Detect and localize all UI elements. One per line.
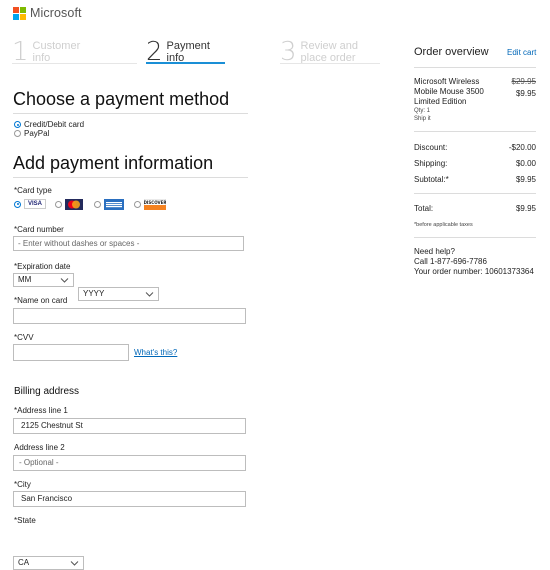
- order-overview-title: Order overview: [414, 46, 489, 58]
- whats-this-link[interactable]: What's this?: [134, 348, 177, 357]
- divider: [13, 177, 248, 178]
- item-name-line1: Microsoft Wireless: [414, 77, 480, 86]
- card-number-input[interactable]: - Enter without dashes or spaces -: [13, 236, 244, 251]
- help-title: Need help?: [414, 247, 455, 256]
- subtotal-label: Subtotal:*: [414, 175, 449, 184]
- divider: [414, 67, 536, 68]
- divider: [414, 193, 536, 194]
- step-progress-active: [146, 62, 225, 64]
- order-number: Your order number: 10601373364: [414, 267, 534, 276]
- address-line-1-value: 2125 Chestnut St: [21, 421, 83, 430]
- divider: [13, 113, 248, 114]
- step-label: Customer info: [33, 40, 81, 64]
- year-select-value: YYYY: [83, 289, 105, 298]
- total-value: $9.95: [515, 204, 536, 213]
- radio-paypal[interactable]: PayPal: [14, 129, 49, 138]
- discount-label: Discount:: [414, 143, 448, 152]
- cvv-input[interactable]: [13, 344, 129, 361]
- month-select[interactable]: MM: [13, 273, 74, 287]
- state-select-value: CA: [18, 558, 30, 567]
- step-progress-line: [280, 63, 380, 64]
- item-original-price: $29.95: [511, 77, 536, 86]
- chevron-down-icon: [70, 561, 79, 566]
- cvv-label: *CVV: [14, 333, 34, 342]
- item-name-line3: Limited Edition: [414, 97, 467, 106]
- total-label: Total:: [414, 204, 434, 213]
- step-customer-info: 1 Customer info: [12, 37, 81, 67]
- step-label: Review and place order: [301, 40, 358, 64]
- card-number-label: *Card number: [14, 225, 64, 234]
- address-line-1-input[interactable]: 2125 Chestnut St: [13, 418, 246, 434]
- address-line-1-label: *Address line 1: [14, 406, 68, 415]
- microsoft-logo[interactable]: Microsoft: [13, 6, 82, 20]
- step-label-line1: Review and: [300, 40, 359, 52]
- city-label: *City: [14, 480, 31, 489]
- item-ship-method: Ship it: [414, 116, 431, 122]
- radio-button[interactable]: [134, 200, 141, 208]
- visa-icon: VISA: [24, 199, 46, 209]
- tax-note: *before applicable taxes: [414, 222, 473, 228]
- address-line-2-label: Address line 2: [14, 443, 65, 452]
- edit-cart-link[interactable]: Edit cart: [507, 48, 536, 57]
- discount-value: -$20.00: [508, 143, 536, 152]
- payment-method-title: Choose a payment method: [13, 89, 230, 109]
- order-item: Microsoft Wireless Mobile Mouse 3500 Lim…: [414, 77, 514, 123]
- city-input[interactable]: San Francisco: [13, 491, 246, 507]
- brand-name: Microsoft: [30, 6, 82, 20]
- divider: [414, 131, 536, 132]
- radio-label: PayPal: [24, 129, 50, 138]
- chevron-down-icon: [60, 278, 69, 283]
- name-on-card-label: *Name on card: [14, 296, 68, 305]
- radio-button[interactable]: [55, 200, 62, 208]
- help-section: Need help? Call 1-877-696-7786 Your orde…: [414, 247, 534, 277]
- step-label-line1: Payment: [166, 40, 210, 52]
- step-review: 3 Review and place order: [280, 37, 358, 67]
- address-line-2-input[interactable]: - Optional -: [13, 455, 246, 471]
- shipping-label: Shipping:: [414, 159, 448, 168]
- radio-button[interactable]: [14, 130, 21, 137]
- subtotal-value: $9.95: [515, 175, 536, 184]
- card-type-label: *Card type: [14, 186, 52, 195]
- card-type-discover[interactable]: DISCOVER: [134, 198, 166, 210]
- radio-label: Credit/Debit card: [24, 120, 85, 129]
- step-label: Payment info: [167, 40, 210, 64]
- microsoft-logo-icon: [13, 6, 26, 20]
- discover-icon: DISCOVER: [144, 198, 166, 210]
- step-number: 3: [280, 37, 297, 67]
- item-price: $9.95: [515, 89, 536, 98]
- chevron-down-icon: [145, 292, 154, 297]
- shipping-value: $0.00: [515, 159, 536, 168]
- step-number: 2: [146, 37, 163, 67]
- radio-button[interactable]: [14, 200, 21, 208]
- step-number: 1: [12, 37, 29, 67]
- radio-credit-card[interactable]: Credit/Debit card: [14, 120, 84, 129]
- step-payment-info: 2 Payment info: [146, 37, 210, 67]
- amex-icon: [104, 198, 124, 210]
- address-line-2-placeholder: - Optional -: [19, 458, 59, 467]
- state-label: *State: [14, 516, 36, 525]
- divider: [414, 237, 536, 238]
- radio-button[interactable]: [14, 121, 21, 128]
- billing-address-title: Billing address: [14, 386, 80, 397]
- step-label-line1: Customer: [32, 40, 81, 52]
- item-quantity: Qty: 1: [414, 108, 431, 114]
- card-type-mastercard[interactable]: [55, 198, 83, 210]
- card-type-visa[interactable]: VISA: [14, 199, 46, 209]
- item-name-line2: Mobile Mouse 3500: [414, 87, 484, 96]
- radio-button[interactable]: [94, 200, 101, 208]
- mastercard-icon: [65, 198, 83, 210]
- city-value: San Francisco: [21, 494, 73, 503]
- step-progress-line: [12, 63, 137, 64]
- payment-info-title: Add payment information: [13, 153, 214, 173]
- year-select[interactable]: YYYY: [78, 287, 159, 301]
- month-select-value: MM: [18, 275, 32, 284]
- name-on-card-input[interactable]: [13, 308, 246, 324]
- state-select[interactable]: CA: [13, 556, 84, 570]
- help-phone: Call 1-877-696-7786: [414, 257, 487, 266]
- svg-text:DISCOVER: DISCOVER: [144, 200, 166, 205]
- card-type-amex[interactable]: [94, 198, 124, 210]
- expiration-date-label: *Expiration date: [14, 262, 71, 271]
